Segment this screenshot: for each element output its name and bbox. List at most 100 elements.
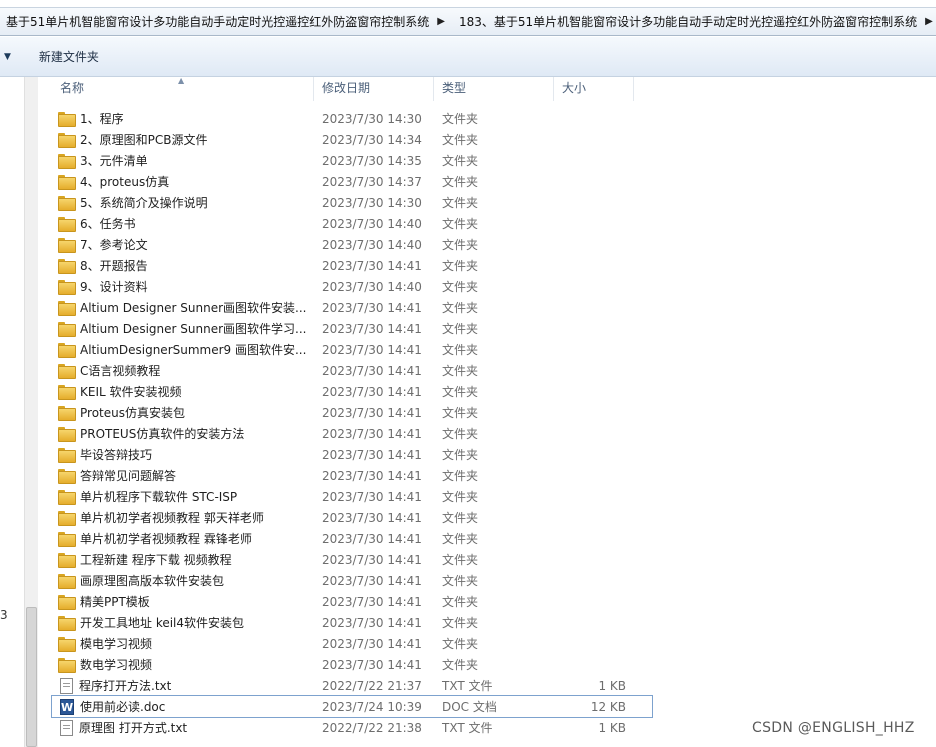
file-type: 文件夹 — [442, 154, 479, 168]
address-bar[interactable]: 基于51单片机智能窗帘设计多功能自动手动定时光控遥控红外防盗窗帘控制系统 ▶ 1… — [0, 7, 936, 36]
file-name: 2、原理图和PCB源文件 — [80, 133, 208, 147]
name-cell[interactable]: C语言视频教程 — [52, 362, 314, 379]
file-list[interactable]: 1、程序 2023/7/30 14:30 文件夹 2、原理图和PCB源文件 2023/7… — [51, 108, 653, 738]
sort-ascending-icon: ▲ — [178, 76, 185, 85]
folder-row[interactable]: 2、原理图和PCB源文件 2023/7/30 14:34 文件夹 — [52, 129, 652, 150]
folder-row[interactable]: 单片机程序下载软件 STC-ISP 2023/7/30 14:41 文件夹 — [52, 486, 652, 507]
folder-icon — [58, 469, 76, 484]
folder-row[interactable]: Altium Designer Sunner画图软件安装... 2023/7/30… — [52, 297, 652, 318]
name-cell[interactable]: 程序打开方法.txt — [52, 677, 314, 694]
file-type: 文件夹 — [442, 322, 479, 336]
file-row[interactable]: W 使用前必读.doc 2023/7/24 10:39 DOC 文档 12 KB — [51, 695, 653, 718]
name-cell[interactable]: 7、参考论文 — [52, 236, 314, 253]
column-header-row: 名称 ▲ 修改日期 类型 大小 — [52, 76, 634, 101]
name-cell[interactable]: 4、proteus仿真 — [52, 173, 314, 190]
modified-date: 2023/7/30 14:41 — [322, 384, 422, 399]
folder-row[interactable]: 单片机初学者视频教程 霖锋老师 2023/7/30 14:41 文件夹 — [52, 528, 652, 549]
organize-dropdown-icon[interactable]: ▼ — [4, 52, 11, 62]
name-cell[interactable]: 单片机初学者视频教程 霖锋老师 — [52, 530, 314, 547]
file-row[interactable]: 原理图 打开方式.txt 2022/7/22 21:38 TXT 文件 1 KB — [52, 717, 652, 738]
column-header-type[interactable]: 类型 — [434, 77, 554, 101]
column-header-date[interactable]: 修改日期 — [314, 77, 434, 101]
modified-date: 2023/7/30 14:41 — [322, 321, 422, 336]
folder-icon — [58, 532, 76, 547]
folder-row[interactable]: 8、开题报告 2023/7/30 14:41 文件夹 — [52, 255, 652, 276]
name-cell[interactable]: 精美PPT模板 — [52, 593, 314, 610]
name-cell[interactable]: 6、任务书 — [52, 215, 314, 232]
file-name: 单片机程序下载软件 STC-ISP — [80, 490, 238, 504]
file-row[interactable]: 程序打开方法.txt 2022/7/22 21:37 TXT 文件 1 KB — [52, 675, 652, 696]
file-type: 文件夹 — [442, 490, 479, 504]
scrollbar-thumb[interactable] — [26, 607, 37, 747]
modified-date: 2023/7/30 14:40 — [322, 279, 422, 294]
folder-icon — [58, 259, 76, 274]
folder-row[interactable]: 3、元件清单 2023/7/30 14:35 文件夹 — [52, 150, 652, 171]
folder-icon — [58, 595, 76, 610]
name-cell[interactable]: 2、原理图和PCB源文件 — [52, 131, 314, 148]
folder-row[interactable]: 5、系统简介及操作说明 2023/7/30 14:30 文件夹 — [52, 192, 652, 213]
name-cell[interactable]: Altium Designer Sunner画图软件安装... — [52, 299, 314, 316]
folder-row[interactable]: 数电学习视频 2023/7/30 14:41 文件夹 — [52, 654, 652, 675]
file-type: 文件夹 — [442, 658, 479, 672]
name-cell[interactable]: 单片机初学者视频教程 郭天祥老师 — [52, 509, 314, 526]
name-cell[interactable]: 8、开题报告 — [52, 257, 314, 274]
new-folder-button[interactable]: 新建文件夹 — [35, 45, 103, 68]
name-cell[interactable]: KEIL 软件安装视频 — [52, 383, 314, 400]
name-cell[interactable]: 毕设答辩技巧 — [52, 446, 314, 463]
name-cell[interactable]: 单片机程序下载软件 STC-ISP — [52, 488, 314, 505]
file-size: 1 KB — [598, 720, 626, 735]
folder-row[interactable]: 工程新建 程序下载 视频教程 2023/7/30 14:41 文件夹 — [52, 549, 652, 570]
folder-row[interactable]: PROTEUS仿真软件的安装方法 2023/7/30 14:41 文件夹 — [52, 423, 652, 444]
file-type: 文件夹 — [442, 511, 479, 525]
folder-row[interactable]: 毕设答辩技巧 2023/7/30 14:41 文件夹 — [52, 444, 652, 465]
folder-row[interactable]: 6、任务书 2023/7/30 14:40 文件夹 — [52, 213, 652, 234]
folder-row[interactable]: 开发工具地址 keil4软件安装包 2023/7/30 14:41 文件夹 — [52, 612, 652, 633]
folder-row[interactable]: 画原理图高版本软件安装包 2023/7/30 14:41 文件夹 — [52, 570, 652, 591]
name-cell[interactable]: 模电学习视频 — [52, 635, 314, 652]
column-header-size[interactable]: 大小 — [554, 77, 634, 101]
folder-row[interactable]: 答辩常见问题解答 2023/7/30 14:41 文件夹 — [52, 465, 652, 486]
name-cell[interactable]: 开发工具地址 keil4软件安装包 — [52, 614, 314, 631]
folder-row[interactable]: C语言视频教程 2023/7/30 14:41 文件夹 — [52, 360, 652, 381]
folder-row[interactable]: 9、设计资料 2023/7/30 14:40 文件夹 — [52, 276, 652, 297]
name-cell[interactable]: 3、元件清单 — [52, 152, 314, 169]
name-cell[interactable]: 9、设计资料 — [52, 278, 314, 295]
folder-row[interactable]: AltiumDesignerSummer9 画图软件安... 2023/7/30 … — [52, 339, 652, 360]
folder-row[interactable]: 单片机初学者视频教程 郭天祥老师 2023/7/30 14:41 文件夹 — [52, 507, 652, 528]
folder-row[interactable]: 1、程序 2023/7/30 14:30 文件夹 — [52, 108, 652, 129]
nav-pane-scrollbar[interactable] — [24, 77, 38, 747]
name-cell[interactable]: AltiumDesignerSummer9 画图软件安... — [52, 341, 314, 358]
name-cell[interactable]: 工程新建 程序下载 视频教程 — [52, 551, 314, 568]
folder-icon — [58, 175, 76, 190]
folder-row[interactable]: 精美PPT模板 2023/7/30 14:41 文件夹 — [52, 591, 652, 612]
name-cell[interactable]: 1、程序 — [52, 110, 314, 127]
folder-row[interactable]: Proteus仿真安装包 2023/7/30 14:41 文件夹 — [52, 402, 652, 423]
breadcrumb-item-current[interactable]: 183、基于51单片机智能窗帘设计多功能自动手动定时光控遥控红外防盗窗帘控制系统 — [453, 13, 917, 30]
modified-date: 2023/7/30 14:41 — [322, 447, 422, 462]
modified-date: 2023/7/30 14:41 — [322, 636, 422, 651]
column-header-name-label: 名称 — [60, 81, 85, 95]
name-cell[interactable]: Altium Designer Sunner画图软件学习... — [52, 320, 314, 337]
chevron-right-icon[interactable]: ▶ — [917, 16, 936, 27]
folder-icon — [58, 133, 76, 148]
folder-row[interactable]: 4、proteus仿真 2023/7/30 14:37 文件夹 — [52, 171, 652, 192]
name-cell[interactable]: PROTEUS仿真软件的安装方法 — [52, 425, 314, 442]
name-cell[interactable]: 原理图 打开方式.txt — [52, 719, 314, 736]
folder-icon — [58, 280, 76, 295]
chevron-right-icon[interactable]: ▶ — [429, 16, 453, 27]
name-cell[interactable]: Proteus仿真安装包 — [52, 404, 314, 421]
column-header-name[interactable]: 名称 ▲ — [52, 76, 314, 101]
name-cell[interactable]: 答辩常见问题解答 — [52, 467, 314, 484]
modified-date: 2022/7/22 21:37 — [322, 678, 422, 693]
folder-icon — [58, 406, 76, 421]
folder-row[interactable]: 7、参考论文 2023/7/30 14:40 文件夹 — [52, 234, 652, 255]
folder-row[interactable]: Altium Designer Sunner画图软件学习... 2023/7/30… — [52, 318, 652, 339]
name-cell[interactable]: W 使用前必读.doc — [52, 698, 314, 715]
name-cell[interactable]: 数电学习视频 — [52, 656, 314, 673]
folder-row[interactable]: KEIL 软件安装视频 2023/7/30 14:41 文件夹 — [52, 381, 652, 402]
name-cell[interactable]: 5、系统简介及操作说明 — [52, 194, 314, 211]
file-type: 文件夹 — [442, 553, 479, 567]
name-cell[interactable]: 画原理图高版本软件安装包 — [52, 572, 314, 589]
folder-row[interactable]: 模电学习视频 2023/7/30 14:41 文件夹 — [52, 633, 652, 654]
breadcrumb-item-parent[interactable]: 基于51单片机智能窗帘设计多功能自动手动定时光控遥控红外防盗窗帘控制系统 — [0, 13, 429, 30]
